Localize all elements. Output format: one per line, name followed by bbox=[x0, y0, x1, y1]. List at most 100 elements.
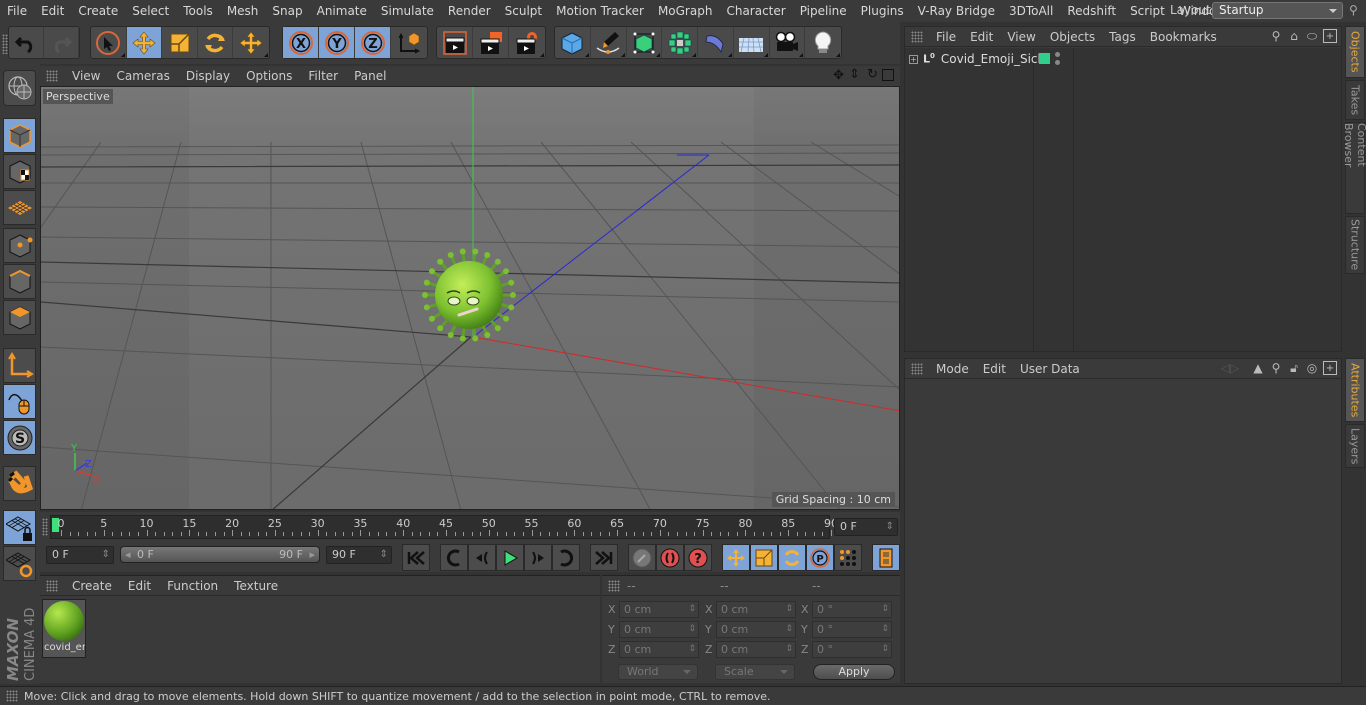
record-keys-button[interactable] bbox=[628, 544, 656, 571]
tab-objects[interactable]: Objects bbox=[1345, 26, 1365, 78]
menu-redshift[interactable]: Redshift bbox=[1060, 4, 1123, 18]
end-frame-field[interactable]: 90 F bbox=[326, 546, 392, 564]
panel-grip[interactable] bbox=[911, 30, 923, 43]
menu-edit[interactable]: Edit bbox=[34, 4, 71, 18]
current-frame-field[interactable]: 0 F bbox=[834, 518, 898, 536]
previous-frame-button[interactable] bbox=[468, 544, 496, 571]
new-panel-icon[interactable]: + bbox=[1323, 29, 1337, 43]
range-left-arrow-icon[interactable]: ◂ bbox=[125, 547, 131, 562]
key-rotation-button[interactable] bbox=[778, 544, 806, 571]
snap-button[interactable] bbox=[3, 466, 36, 501]
viewport-menu-options[interactable]: Options bbox=[238, 69, 300, 83]
viewport-menu-cameras[interactable]: Cameras bbox=[108, 69, 177, 83]
autokeying-button[interactable] bbox=[656, 544, 684, 571]
lock-icon[interactable]: 🔓︎ bbox=[1287, 361, 1301, 375]
make-editable-button[interactable] bbox=[3, 70, 36, 106]
coordinate-system-button[interactable] bbox=[391, 27, 427, 58]
layout-select[interactable]: Startup bbox=[1212, 2, 1343, 19]
timeline-grip[interactable] bbox=[42, 518, 48, 536]
menu-motion-tracker[interactable]: Motion Tracker bbox=[549, 4, 651, 18]
attributes-menu-mode[interactable]: Mode bbox=[929, 362, 976, 376]
attributes-menu-edit[interactable]: Edit bbox=[976, 362, 1013, 376]
menu-create[interactable]: Create bbox=[71, 4, 125, 18]
layer-color-swatch[interactable] bbox=[1039, 53, 1050, 64]
viewport-menu-display[interactable]: Display bbox=[178, 69, 238, 83]
position-z-field[interactable]: 0 cm bbox=[619, 641, 699, 658]
menu-simulate[interactable]: Simulate bbox=[374, 4, 441, 18]
cube-button[interactable] bbox=[555, 27, 591, 58]
search-icon[interactable]: ⚲ bbox=[1349, 3, 1358, 17]
live-selection-button[interactable] bbox=[91, 27, 127, 58]
pen-spline-button[interactable] bbox=[591, 27, 627, 58]
recent-tool-button[interactable] bbox=[233, 27, 269, 58]
redo-button[interactable] bbox=[44, 27, 79, 58]
scale-tool-button[interactable] bbox=[162, 27, 198, 58]
y-axis-lock-button[interactable]: Y bbox=[319, 27, 355, 58]
up-arrow-icon[interactable]: ▲ bbox=[1251, 361, 1265, 375]
panel-grip[interactable] bbox=[911, 362, 923, 375]
search-icon[interactable]: ⚲ bbox=[1269, 361, 1283, 375]
workplane-lock-button[interactable] bbox=[3, 510, 36, 545]
preview-range-slider[interactable]: ◂ 0 F 90 F ▸ bbox=[120, 546, 320, 563]
previous-key-button[interactable] bbox=[440, 544, 468, 571]
undo-button[interactable] bbox=[9, 27, 44, 58]
objects-menu-file[interactable]: File bbox=[929, 30, 963, 44]
menu-plugins[interactable]: Plugins bbox=[854, 4, 911, 18]
x-axis-lock-button[interactable]: X bbox=[283, 27, 319, 58]
keyframe-selection-button[interactable]: ? bbox=[684, 544, 712, 571]
key-parameter-button[interactable]: P bbox=[806, 544, 834, 571]
expand-icon[interactable]: + bbox=[909, 54, 918, 64]
points-mode-button[interactable] bbox=[3, 228, 36, 263]
menu-animate[interactable]: Animate bbox=[310, 4, 374, 18]
tab-content-browser[interactable]: Content Browser bbox=[1342, 122, 1366, 214]
maximize-view-icon[interactable] bbox=[882, 69, 894, 81]
light-button[interactable] bbox=[805, 27, 841, 58]
attributes-menu-user-data[interactable]: User Data bbox=[1013, 362, 1087, 376]
polygons-mode-button[interactable] bbox=[3, 300, 36, 335]
render-visibility-dot[interactable] bbox=[1055, 60, 1060, 65]
material-menu-edit[interactable]: Edit bbox=[120, 579, 159, 593]
tab-takes[interactable]: Takes bbox=[1345, 80, 1365, 120]
menu-render[interactable]: Render bbox=[441, 4, 498, 18]
menu-select[interactable]: Select bbox=[125, 4, 176, 18]
rotate-tool-button[interactable] bbox=[198, 27, 234, 58]
size-z-field[interactable]: 0 cm bbox=[716, 641, 796, 658]
range-right-arrow-icon[interactable]: ▸ bbox=[309, 547, 315, 562]
menu-vray-bridge[interactable]: V-Ray Bridge bbox=[911, 4, 1002, 18]
subdivision-surface-button[interactable] bbox=[627, 27, 663, 58]
pan-view-icon[interactable]: ✥ bbox=[833, 68, 844, 83]
start-frame-field[interactable]: 0 F bbox=[46, 546, 114, 564]
object-name[interactable]: Covid_Emoji_Sick bbox=[941, 52, 1045, 66]
panel-grip[interactable] bbox=[46, 70, 58, 82]
tab-attributes[interactable]: Attributes bbox=[1345, 358, 1365, 422]
next-key-button[interactable] bbox=[552, 544, 580, 571]
key-pla-button[interactable] bbox=[834, 544, 862, 571]
model-mode-button[interactable] bbox=[3, 118, 36, 153]
viewport-menu-panel[interactable]: Panel bbox=[346, 69, 394, 83]
rotation-b-field[interactable]: 0 ° bbox=[812, 641, 892, 658]
search-icon[interactable]: ⚲ bbox=[1269, 29, 1283, 43]
perspective-viewport[interactable]: Perspective Y Z X Grid Spacing: 10 cm bbox=[40, 86, 900, 510]
menu-script[interactable]: Script bbox=[1123, 4, 1172, 18]
size-y-field[interactable]: 0 cm bbox=[716, 621, 796, 638]
position-y-field[interactable]: 0 cm bbox=[619, 621, 699, 638]
tab-structure[interactable]: Structure bbox=[1345, 216, 1365, 274]
apply-button[interactable]: Apply bbox=[813, 664, 895, 680]
coordinate-space-select[interactable]: World bbox=[618, 664, 698, 680]
menu-character[interactable]: Character bbox=[719, 4, 792, 18]
axis-mode-button[interactable] bbox=[3, 348, 36, 383]
menu-pipeline[interactable]: Pipeline bbox=[793, 4, 854, 18]
home-icon[interactable]: ⌂ bbox=[1287, 29, 1301, 43]
go-to-start-button[interactable] bbox=[402, 544, 430, 571]
menu-snap[interactable]: Snap bbox=[265, 4, 309, 18]
timeline-window-button[interactable] bbox=[872, 544, 900, 571]
rotate-view-icon[interactable]: ↻ bbox=[867, 67, 878, 82]
camera-label[interactable]: Perspective bbox=[43, 89, 113, 104]
render-to-picture-viewer-button[interactable] bbox=[473, 27, 509, 58]
edges-mode-button[interactable] bbox=[3, 264, 36, 299]
oval-icon[interactable]: ⬭ bbox=[1305, 29, 1319, 43]
move-tool-button[interactable] bbox=[126, 27, 163, 58]
texture-mode-button[interactable] bbox=[3, 154, 36, 189]
solo-mode-button[interactable]: S bbox=[3, 420, 36, 455]
zoom-view-icon[interactable]: ⇕ bbox=[849, 67, 860, 82]
